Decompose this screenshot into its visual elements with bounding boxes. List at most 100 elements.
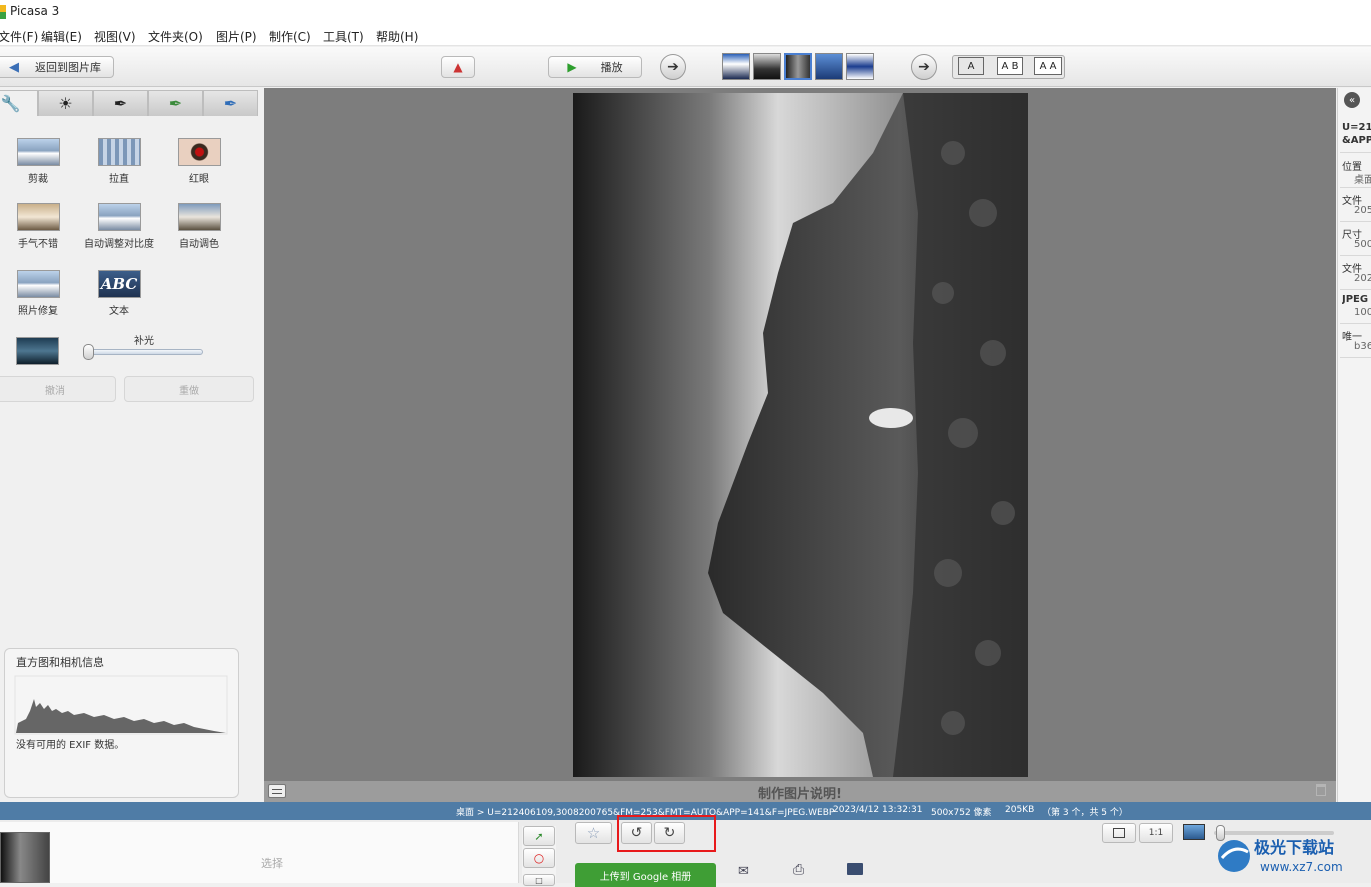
tool-text[interactable]: ABC 文本 [79, 270, 159, 317]
caption-text[interactable]: 制作图片说明! [264, 783, 1336, 802]
tray-tools: ➚ ○ □ [522, 826, 556, 886]
trash-icon[interactable] [1316, 784, 1328, 798]
gift-icon: ▲ [453, 60, 463, 74]
menu-file[interactable]: 文件(F) [0, 28, 38, 45]
tray-thumbnail[interactable] [0, 832, 50, 883]
tool-red-eye-label: 红眼 [189, 174, 209, 185]
crop-icon [16, 138, 60, 166]
tool-straighten[interactable]: 拉直 [79, 138, 159, 185]
svg-text:www.xz7.com: www.xz7.com [1260, 860, 1343, 874]
fit-to-screen-button[interactable] [1102, 823, 1136, 843]
tool-crop[interactable]: 剪裁 [0, 138, 78, 185]
prop-format-value: 100 [1354, 307, 1371, 318]
pin-icon: ➚ [534, 829, 544, 843]
histogram-panel: 直方图和相机信息 没有可用的 EXIF 数据。 [4, 648, 239, 798]
tab-effects-3[interactable]: ✒ [203, 90, 258, 116]
previous-photo-button[interactable]: ➔ [660, 54, 686, 80]
status-filesize: 205KB [1005, 805, 1035, 815]
arrow-right-icon: ➔ [918, 59, 930, 75]
filmstrip-thumb-2[interactable] [753, 53, 781, 80]
tool-straighten-label: 拉直 [109, 174, 129, 185]
tool-auto-color-label: 自动调色 [179, 239, 219, 250]
play-slideshow-button[interactable]: ▶ 播放 [548, 56, 642, 78]
menu-edit[interactable]: 编辑(E) [41, 28, 82, 45]
tool-auto-contrast-label: 自动调整对比度 [84, 239, 154, 250]
caption-mode-double-button[interactable]: A B [997, 57, 1023, 75]
fill-light-slider[interactable] [83, 344, 203, 360]
hold-pin-button[interactable]: ➚ [523, 826, 555, 846]
prop-filename: U=21 [1342, 122, 1371, 133]
prop-filesize-value: 205 [1354, 205, 1371, 216]
back-to-library-label: 返回到图片库 [35, 61, 101, 74]
red-eye-icon [177, 138, 221, 166]
back-to-library-button[interactable]: ◀ 返回到图片库 [0, 56, 114, 78]
collapse-panel-button[interactable]: « [1344, 92, 1360, 108]
sun-icon: ☀ [58, 94, 73, 113]
window-title: Picasa 3 [10, 4, 60, 18]
actual-size-button[interactable]: 1:1 [1139, 823, 1173, 843]
email-icon[interactable]: ✉ [738, 864, 749, 879]
photo-tray: 选择 [0, 822, 519, 883]
filmstrip-thumb-5[interactable] [846, 53, 874, 80]
tool-retouch[interactable]: 照片修复 [0, 270, 78, 317]
retouch-icon [16, 270, 60, 298]
svg-text:极光下载站: 极光下载站 [1254, 838, 1334, 857]
back-arrow-icon: ◀ [9, 59, 19, 75]
menu-tools[interactable]: 工具(T) [323, 28, 364, 45]
prop-unique-value: b36 [1354, 341, 1371, 352]
tool-im-feeling-lucky[interactable]: 手气不错 [0, 203, 78, 250]
filmstrip-thumb-4[interactable] [815, 53, 843, 80]
menu-view[interactable]: 视图(V) [94, 28, 136, 45]
gift-share-button[interactable]: ▲ [441, 56, 475, 78]
star-button[interactable]: ☆ [575, 822, 612, 844]
tray-select-label: 选择 [261, 857, 283, 870]
menu-bar: 文件(F) 编辑(E) 视图(V) 文件夹(O) 图片(P) 制作(C) 工具(… [0, 24, 1371, 46]
filmstrip-thumb-1[interactable] [722, 53, 750, 80]
print-icon[interactable]: ⎙ [793, 862, 804, 878]
upload-google-photos-button[interactable]: 上传到 Google 相册 [575, 863, 716, 887]
star-icon: ☆ [586, 824, 601, 842]
fill-light-label: 补光 [134, 336, 154, 347]
menu-create[interactable]: 制作(C) [269, 28, 311, 45]
undo-button[interactable]: 撤消 [0, 376, 116, 402]
clear-tray-button[interactable]: ○ [523, 848, 555, 868]
prop-dimensions-value: 500 [1354, 239, 1371, 250]
next-photo-button[interactable]: ➔ [911, 54, 937, 80]
auto-color-icon [177, 203, 221, 231]
fill-light-slider-handle[interactable] [83, 344, 94, 360]
redo-button[interactable]: 重做 [124, 376, 254, 402]
album-icon: □ [535, 875, 543, 885]
tool-lucky-label: 手气不错 [18, 239, 58, 250]
zoom-picture-icon [1183, 824, 1205, 840]
watermark-logo: 极光下载站 www.xz7.com [1214, 834, 1366, 878]
tab-basic-fixes[interactable]: 🔧 [0, 90, 38, 116]
status-position: （第 3 个，共 5 个） [1042, 808, 1128, 818]
wrench-icon: 🔧 [0, 94, 21, 113]
status-date: 2023/4/12 13:32:31 [833, 805, 923, 815]
tool-retouch-label: 照片修复 [18, 306, 58, 317]
menu-picture[interactable]: 图片(P) [216, 28, 257, 45]
divider [1340, 357, 1371, 358]
main-photo[interactable] [573, 93, 1028, 777]
tool-red-eye[interactable]: 红眼 [159, 138, 239, 185]
picasa-logo-icon [0, 5, 6, 19]
highlight-box [617, 815, 716, 852]
tab-tuning[interactable]: ☀ [38, 90, 93, 116]
filmstrip-thumb-3-selected[interactable] [784, 53, 812, 80]
tool-auto-color[interactable]: 自动调色 [159, 203, 239, 250]
status-dimensions: 500x752 像素 [931, 808, 992, 818]
menu-help[interactable]: 帮助(H) [376, 28, 418, 45]
caption-mode-large-button[interactable]: A A [1034, 57, 1062, 75]
caption-bar: 制作图片说明! [264, 781, 1336, 802]
caption-mode-single-button[interactable]: A [958, 57, 984, 75]
fill-light-icon [16, 337, 59, 365]
title-bar: Picasa 3 [0, 0, 1371, 24]
export-folder-icon[interactable] [847, 863, 863, 875]
divider [1340, 152, 1371, 153]
auto-contrast-icon [97, 203, 141, 231]
tab-effects-2[interactable]: ✒ [148, 90, 203, 116]
tab-effects[interactable]: ✒ [93, 90, 148, 116]
add-to-album-button[interactable]: □ [523, 874, 555, 886]
menu-folder[interactable]: 文件夹(O) [148, 28, 203, 45]
tool-auto-contrast[interactable]: 自动调整对比度 [79, 203, 159, 250]
